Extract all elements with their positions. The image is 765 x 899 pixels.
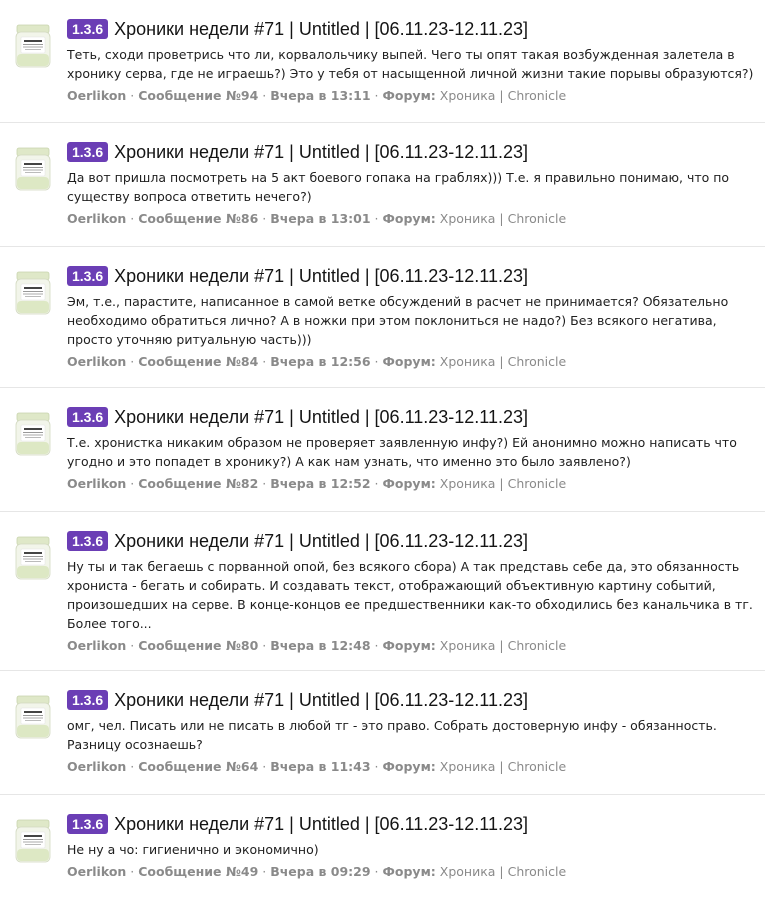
thread-title-link[interactable]: Хроники недели #71 | Untitled | [06.11.2…	[114, 814, 528, 835]
prefix-badge: 1.3.6	[67, 814, 109, 834]
result-item: 1.3.6 Хроники недели #71 | Untitled | [0…	[0, 123, 765, 247]
result-item: 1.3.6 Хроники недели #71 | Untitled | [0…	[0, 0, 765, 123]
post-snippet[interactable]: Эм, т.е., парастите, написанное в самой …	[67, 292, 755, 349]
post-meta: Oerlikon · Сообщение №64 · Вчера в 11:43…	[67, 759, 567, 774]
forum-link[interactable]: Хроника | Chronicle	[440, 476, 566, 491]
avatar[interactable]	[14, 536, 52, 582]
search-results-list: 1.3.6 Хроники недели #71 | Untitled | [0…	[0, 0, 765, 899]
forum-link[interactable]: Хроника | Chronicle	[440, 211, 566, 226]
post-time: Вчера в 13:01	[270, 211, 371, 226]
result-item: 1.3.6 Хроники недели #71 | Untitled | [0…	[0, 247, 765, 388]
post-time: Вчера в 12:56	[270, 354, 371, 369]
prefix-badge: 1.3.6	[67, 19, 109, 39]
post-meta: Oerlikon · Сообщение №84 · Вчера в 12:56…	[67, 354, 567, 369]
avatar[interactable]	[14, 271, 52, 317]
message-number[interactable]: Сообщение №94	[138, 88, 258, 103]
post-meta: Oerlikon · Сообщение №94 · Вчера в 13:11…	[67, 88, 567, 103]
post-time: Вчера в 11:43	[270, 759, 371, 774]
avatar[interactable]	[14, 695, 52, 741]
avatar[interactable]	[14, 819, 52, 865]
author-link[interactable]: Oerlikon	[67, 638, 126, 653]
forum-link[interactable]: Хроника | Chronicle	[440, 354, 566, 369]
thread-title-link[interactable]: Хроники недели #71 | Untitled | [06.11.2…	[114, 407, 528, 428]
post-snippet[interactable]: Да вот пришла посмотреть на 5 акт боевог…	[67, 168, 755, 206]
result-item: 1.3.6 Хроники недели #71 | Untitled | [0…	[0, 671, 765, 795]
message-number[interactable]: Сообщение №86	[138, 211, 258, 226]
author-link[interactable]: Oerlikon	[67, 88, 126, 103]
result-item: 1.3.6 Хроники недели #71 | Untitled | [0…	[0, 795, 765, 899]
message-number[interactable]: Сообщение №49	[138, 864, 258, 879]
prefix-badge: 1.3.6	[67, 690, 109, 710]
forum-link[interactable]: Хроника | Chronicle	[440, 864, 566, 879]
author-link[interactable]: Oerlikon	[67, 476, 126, 491]
post-meta: Oerlikon · Сообщение №82 · Вчера в 12:52…	[67, 476, 567, 491]
thread-title-link[interactable]: Хроники недели #71 | Untitled | [06.11.2…	[114, 266, 528, 287]
thread-title-link[interactable]: Хроники недели #71 | Untitled | [06.11.2…	[114, 19, 528, 40]
post-time: Вчера в 12:52	[270, 476, 371, 491]
post-snippet[interactable]: омг, чел. Писать или не писать в любой т…	[67, 716, 755, 754]
post-meta: Oerlikon · Сообщение №80 · Вчера в 12:48…	[67, 638, 567, 653]
result-item: 1.3.6 Хроники недели #71 | Untitled | [0…	[0, 388, 765, 512]
prefix-badge: 1.3.6	[67, 531, 109, 551]
thread-title-link[interactable]: Хроники недели #71 | Untitled | [06.11.2…	[114, 690, 528, 711]
post-time: Вчера в 13:11	[270, 88, 371, 103]
post-snippet[interactable]: Не ну а чо: гигиенично и экономично)	[67, 840, 755, 859]
forum-link[interactable]: Хроника | Chronicle	[440, 759, 566, 774]
post-snippet[interactable]: Ну ты и так бегаешь с порванной опой, бе…	[67, 557, 755, 633]
prefix-badge: 1.3.6	[67, 142, 109, 162]
post-time: Вчера в 09:29	[270, 864, 371, 879]
avatar[interactable]	[14, 24, 52, 70]
post-time: Вчера в 12:48	[270, 638, 371, 653]
message-number[interactable]: Сообщение №80	[138, 638, 258, 653]
forum-link[interactable]: Хроника | Chronicle	[440, 88, 566, 103]
thread-title-link[interactable]: Хроники недели #71 | Untitled | [06.11.2…	[114, 142, 528, 163]
message-number[interactable]: Сообщение №82	[138, 476, 258, 491]
message-number[interactable]: Сообщение №64	[138, 759, 258, 774]
thread-title-link[interactable]: Хроники недели #71 | Untitled | [06.11.2…	[114, 531, 528, 552]
prefix-badge: 1.3.6	[67, 266, 109, 286]
post-meta: Oerlikon · Сообщение №49 · Вчера в 09:29…	[67, 864, 567, 879]
author-link[interactable]: Oerlikon	[67, 354, 126, 369]
post-snippet[interactable]: Т.е. хронистка никаким образом не провер…	[67, 433, 755, 471]
avatar[interactable]	[14, 412, 52, 458]
author-link[interactable]: Oerlikon	[67, 759, 126, 774]
avatar[interactable]	[14, 147, 52, 193]
result-item: 1.3.6 Хроники недели #71 | Untitled | [0…	[0, 512, 765, 671]
post-snippet[interactable]: Теть, сходи проветрись что ли, корвалоль…	[67, 45, 755, 83]
post-meta: Oerlikon · Сообщение №86 · Вчера в 13:01…	[67, 211, 567, 226]
forum-link[interactable]: Хроника | Chronicle	[440, 638, 566, 653]
message-number[interactable]: Сообщение №84	[138, 354, 258, 369]
author-link[interactable]: Oerlikon	[67, 864, 126, 879]
author-link[interactable]: Oerlikon	[67, 211, 126, 226]
prefix-badge: 1.3.6	[67, 407, 109, 427]
